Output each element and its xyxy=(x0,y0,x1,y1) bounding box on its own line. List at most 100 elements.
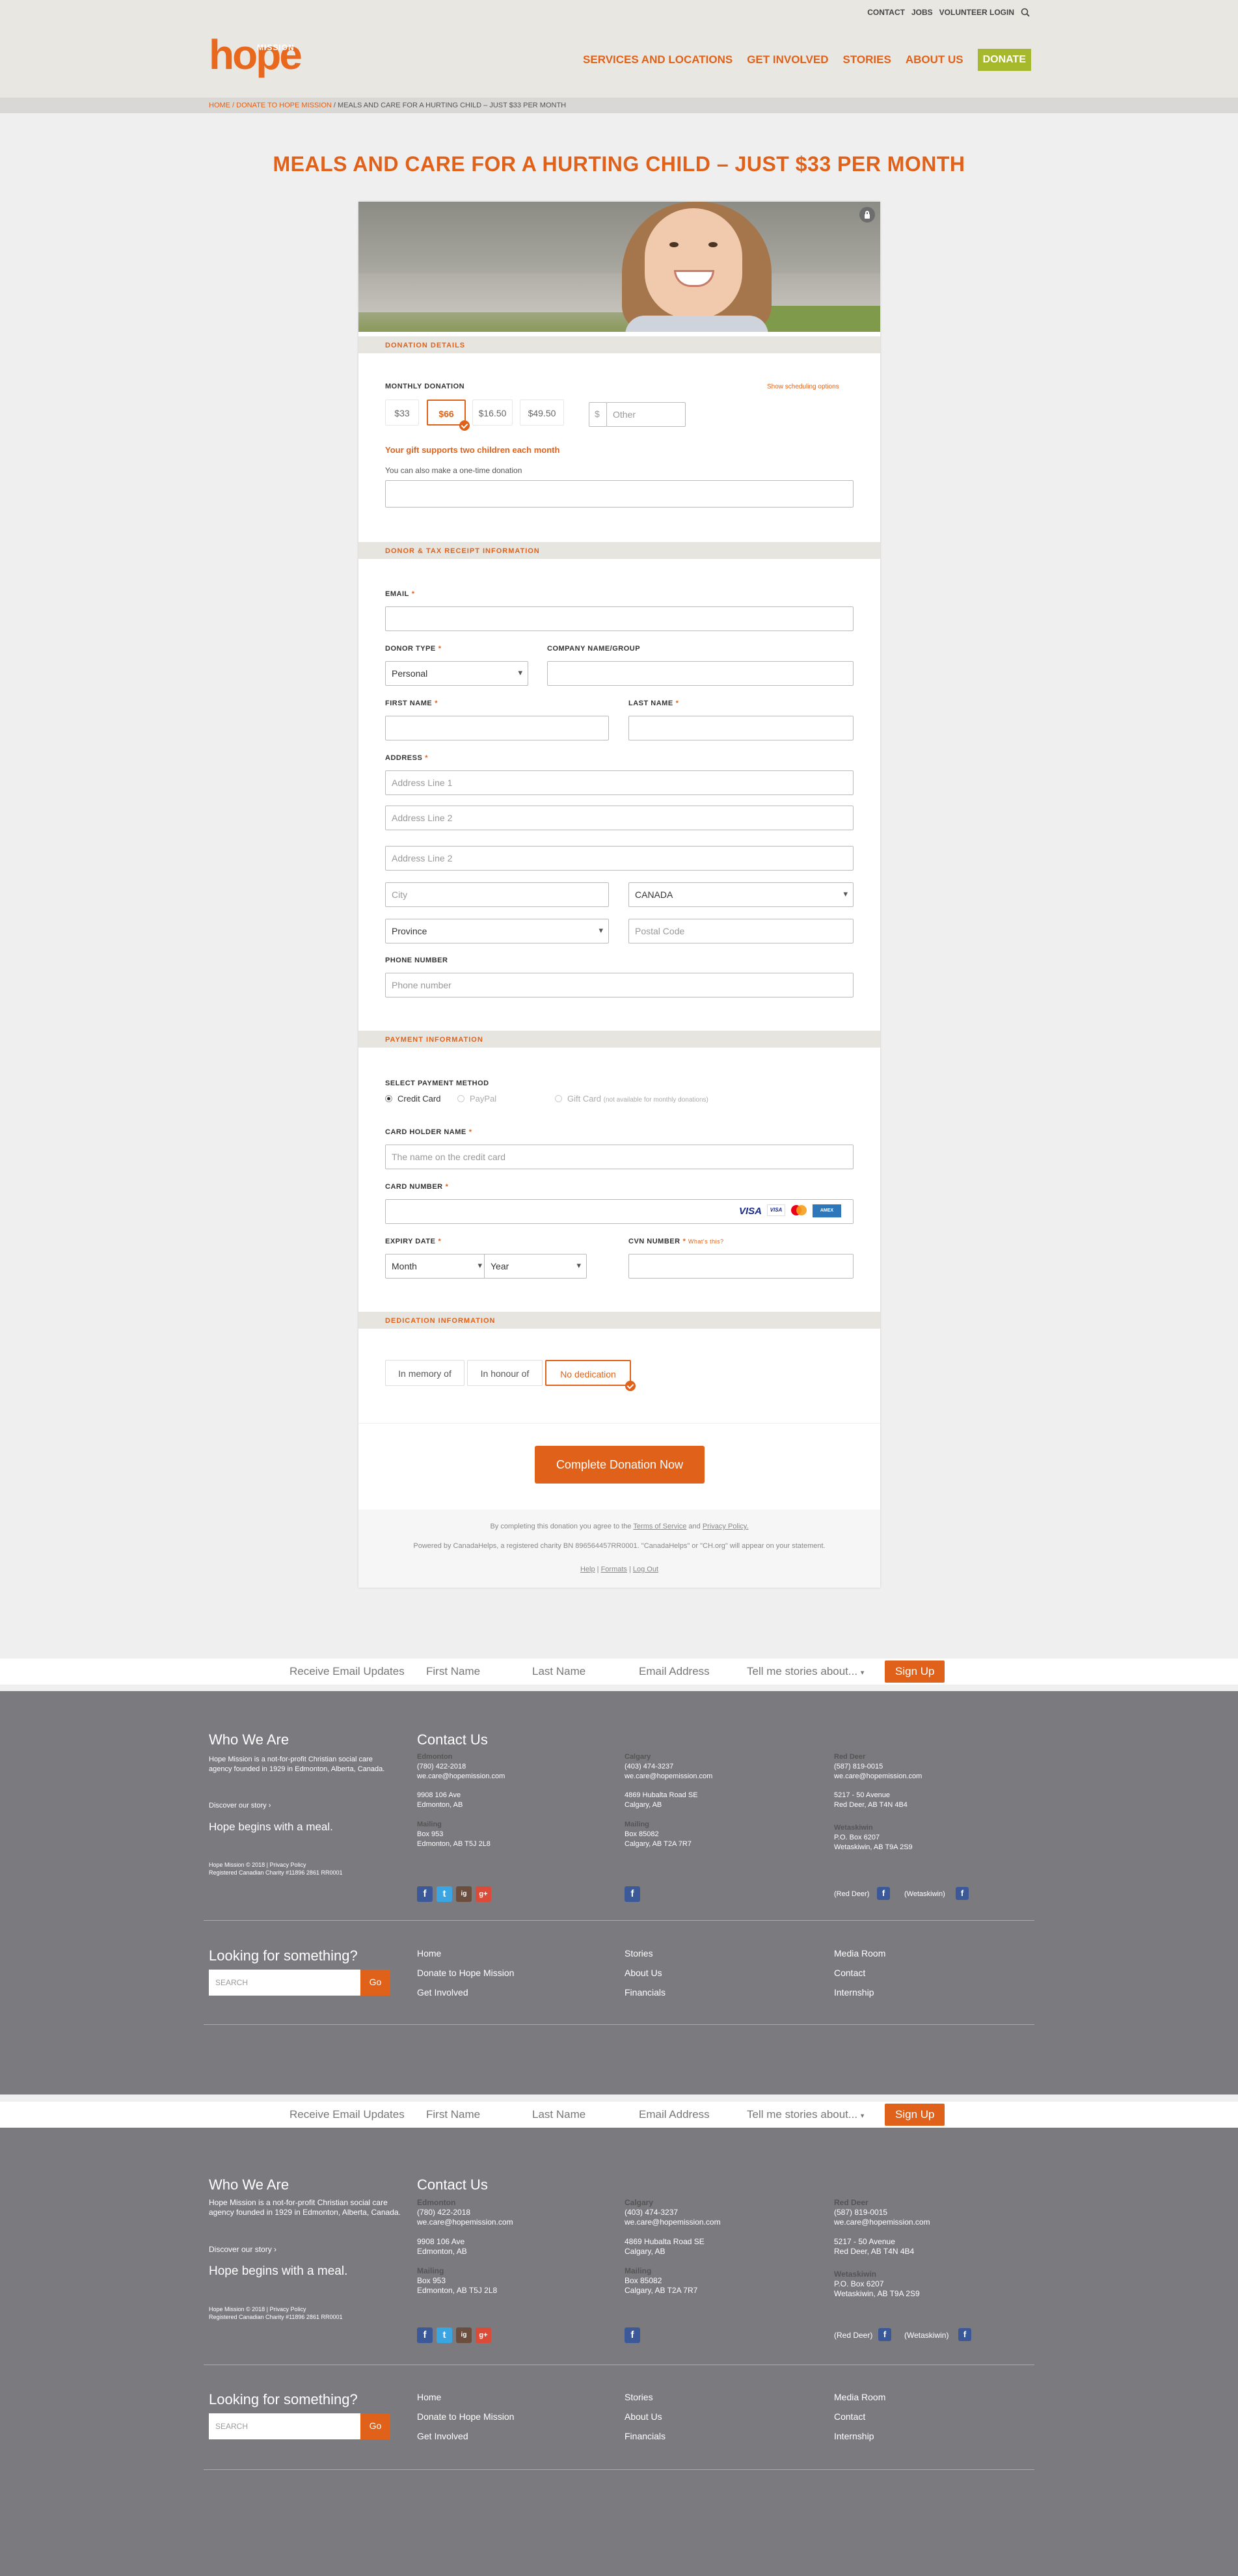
hope-mission-logo[interactable]: hope MISSION xyxy=(209,34,319,81)
edmonton-phone[interactable]: (780) 422-2018 xyxy=(417,2208,470,2217)
credit-card-radio[interactable] xyxy=(385,1095,392,1102)
footer-link-contact[interactable]: Contact xyxy=(834,1968,865,1978)
signup-first-name[interactable]: First Name xyxy=(426,1665,532,1678)
footer-link-media[interactable]: Media Room xyxy=(834,1948,885,1959)
google-plus-icon[interactable]: g+ xyxy=(476,2327,491,2343)
country-select[interactable]: CANADA xyxy=(628,882,854,907)
footer-link-financials[interactable]: Financials xyxy=(625,2431,666,2441)
cvn-help-link[interactable]: What's this? xyxy=(688,1238,724,1245)
facebook-icon[interactable]: f xyxy=(417,1886,433,1902)
reddeer-phone[interactable]: (587) 819-0015 xyxy=(834,2208,887,2217)
footer-link-about[interactable]: About Us xyxy=(625,2411,662,2422)
edmonton-email[interactable]: we.care@hopemission.com xyxy=(417,1772,505,1782)
address-line3-field[interactable]: Address Line 2 xyxy=(385,846,854,871)
amount-option-16-50[interactable]: $16.50 xyxy=(472,400,513,426)
signup-first-name[interactable]: First Name xyxy=(426,2108,532,2121)
footer-search-input[interactable]: SEARCH xyxy=(209,2413,360,2439)
nav-stories[interactable]: STORIES xyxy=(843,53,891,66)
calgary-email[interactable]: we.care@hopemission.com xyxy=(625,1772,712,1782)
reddeer-facebook-icon[interactable]: f xyxy=(878,2328,891,2341)
instagram-icon[interactable]: ig xyxy=(456,1886,472,1902)
footer-link-contact[interactable]: Contact xyxy=(834,2411,865,2422)
twitter-icon[interactable]: t xyxy=(437,2327,452,2343)
breadcrumb-donate[interactable]: DONATE TO HOPE MISSION xyxy=(236,102,332,109)
dedication-in-memory[interactable]: In memory of xyxy=(385,1360,464,1386)
instagram-icon[interactable]: ig xyxy=(456,2327,472,2343)
footer-link-internship[interactable]: Internship xyxy=(834,2431,874,2441)
calgary-facebook-icon[interactable]: f xyxy=(625,1886,640,1902)
footer-link-internship[interactable]: Internship xyxy=(834,1987,874,1998)
footer-search-go[interactable]: Go xyxy=(360,1970,390,1996)
expiry-month-select[interactable]: Month xyxy=(385,1254,488,1279)
nav-get-involved[interactable]: GET INVOLVED xyxy=(747,53,828,66)
terms-link[interactable]: Terms of Service xyxy=(633,1523,686,1530)
postal-code-field[interactable]: Postal Code xyxy=(628,919,854,943)
google-plus-icon[interactable]: g+ xyxy=(476,1886,491,1902)
other-amount-input[interactable]: Other xyxy=(606,402,686,427)
amount-option-49-50[interactable]: $49.50 xyxy=(520,400,564,426)
one-time-textarea[interactable] xyxy=(385,480,854,508)
footer-link-about[interactable]: About Us xyxy=(625,1968,662,1978)
dedication-in-honour[interactable]: In honour of xyxy=(467,1360,543,1386)
twitter-icon[interactable]: t xyxy=(437,1886,452,1902)
signup-last-name[interactable]: Last Name xyxy=(532,1665,639,1678)
privacy-link[interactable]: Privacy Policy. xyxy=(703,1523,749,1530)
footer-link-stories[interactable]: Stories xyxy=(625,2392,653,2402)
card-holder-field[interactable]: The name on the credit card xyxy=(385,1145,854,1169)
reddeer-email[interactable]: we.care@hopemission.com xyxy=(834,1772,922,1782)
footer-link-financials[interactable]: Financials xyxy=(625,1987,666,1998)
amount-option-33[interactable]: $33 xyxy=(385,400,419,426)
footer-link-get-involved[interactable]: Get Involved xyxy=(417,2431,468,2441)
footer-link-donate[interactable]: Donate to Hope Mission xyxy=(417,2411,514,2422)
paypal-radio[interactable] xyxy=(457,1095,464,1102)
logout-link[interactable]: Log Out xyxy=(633,1566,658,1573)
province-select[interactable]: Province xyxy=(385,919,609,943)
breadcrumb-home[interactable]: HOME xyxy=(209,102,230,109)
dedication-none[interactable]: No dedication xyxy=(545,1360,631,1386)
cvn-field[interactable] xyxy=(628,1254,854,1279)
discover-link[interactable]: Discover our story › xyxy=(209,2245,276,2255)
footer-link-get-involved[interactable]: Get Involved xyxy=(417,1987,468,1998)
phone-field[interactable]: Phone number xyxy=(385,973,854,997)
complete-donation-button[interactable]: Complete Donation Now xyxy=(535,1446,705,1484)
edmonton-email[interactable]: we.care@hopemission.com xyxy=(417,2217,513,2227)
city-field[interactable]: City xyxy=(385,882,609,907)
signup-email[interactable]: Email Address xyxy=(639,2108,747,2121)
donate-button[interactable]: DONATE xyxy=(977,49,1031,71)
help-link[interactable]: Help xyxy=(580,1566,595,1573)
calgary-phone[interactable]: (403) 474-3237 xyxy=(625,2208,678,2217)
footer-search-input[interactable]: SEARCH xyxy=(209,1970,360,1996)
edmonton-phone[interactable]: (780) 422-2018 xyxy=(417,1762,466,1772)
footer-link-home[interactable]: Home xyxy=(417,1948,441,1959)
formats-link[interactable]: Formats xyxy=(601,1566,627,1573)
signup-last-name[interactable]: Last Name xyxy=(532,2108,639,2121)
calgary-facebook-icon[interactable]: f xyxy=(625,2327,640,2343)
signup-stories-select[interactable]: Tell me stories about... ▾ xyxy=(747,1665,885,1678)
signup-button[interactable]: Sign Up xyxy=(885,2104,945,2126)
calgary-email[interactable]: we.care@hopemission.com xyxy=(625,2217,721,2227)
expiry-year-select[interactable]: Year xyxy=(484,1254,587,1279)
facebook-icon[interactable]: f xyxy=(417,2327,433,2343)
first-name-field[interactable] xyxy=(385,716,609,740)
footer-link-media[interactable]: Media Room xyxy=(834,2392,885,2402)
scheduling-options-link[interactable]: Show scheduling options xyxy=(767,383,839,390)
discover-link[interactable]: Discover our story › xyxy=(209,1801,271,1811)
footer-search-go[interactable]: Go xyxy=(360,2413,390,2439)
reddeer-email[interactable]: we.care@hopemission.com xyxy=(834,2217,930,2227)
wetaskiwin-facebook-icon[interactable]: f xyxy=(956,1887,969,1900)
reddeer-facebook-icon[interactable]: f xyxy=(877,1887,890,1900)
donor-type-select[interactable]: Personal xyxy=(385,661,528,686)
jobs-link[interactable]: JOBS xyxy=(911,8,933,17)
last-name-field[interactable] xyxy=(628,716,854,740)
volunteer-login-link[interactable]: VOLUNTEER LOGIN xyxy=(939,8,1014,17)
nav-services[interactable]: SERVICES AND LOCATIONS xyxy=(583,53,733,66)
signup-button[interactable]: Sign Up xyxy=(885,1661,945,1683)
gift-card-radio[interactable] xyxy=(555,1095,562,1102)
signup-email[interactable]: Email Address xyxy=(639,1665,747,1678)
footer-link-stories[interactable]: Stories xyxy=(625,1948,653,1959)
footer-link-home[interactable]: Home xyxy=(417,2392,441,2402)
signup-stories-select[interactable]: Tell me stories about... ▾ xyxy=(747,2108,885,2121)
wetaskiwin-facebook-icon[interactable]: f xyxy=(958,2328,971,2341)
search-icon[interactable] xyxy=(1021,8,1030,17)
company-field[interactable] xyxy=(547,661,854,686)
